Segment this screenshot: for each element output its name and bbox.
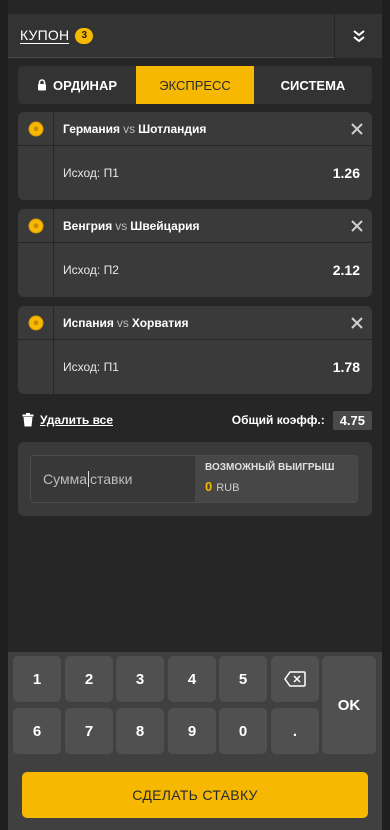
team-away: Швейцария xyxy=(130,218,200,233)
key-1[interactable]: 1 xyxy=(13,656,61,702)
team-home: Венгрия xyxy=(63,218,113,233)
football-icon xyxy=(18,112,54,146)
team-away: Хорватия xyxy=(131,315,189,330)
possible-win-value: 0 RUB xyxy=(205,479,347,494)
key-decimal[interactable]: . xyxy=(271,708,319,754)
tab-ordinar-label: ОРДИНАР xyxy=(52,77,118,93)
key-6[interactable]: 6 xyxy=(13,708,61,754)
key-2[interactable]: 2 xyxy=(65,656,113,702)
total-odds-value: 4.75 xyxy=(332,410,372,430)
key-3[interactable]: 3 xyxy=(116,656,164,702)
bet-outcome: Исход: П1 xyxy=(63,166,119,180)
key-5[interactable]: 5 xyxy=(219,656,267,702)
key-7[interactable]: 7 xyxy=(65,708,113,754)
possible-win-currency: RUB xyxy=(216,482,240,494)
bet-teams: Венгрия vs Швейцария xyxy=(54,219,342,233)
possible-win-amount: 0 xyxy=(205,479,213,494)
bet-count-badge: 3 xyxy=(75,27,94,44)
ok-key[interactable]: OK xyxy=(322,656,376,754)
lock-icon xyxy=(37,79,46,91)
coupon-summary: Удалить все Общий коэфф.: 4.75 xyxy=(18,408,372,432)
total-odds-label: Общий коэфф.: xyxy=(231,413,325,427)
key-8[interactable]: 8 xyxy=(116,708,164,754)
key-0[interactable]: 0 xyxy=(219,708,267,754)
bet-card: Венгрия vs Швейцария Исход: П2 2.12 xyxy=(18,209,372,297)
place-bet-button[interactable]: СДЕЛАТЬ СТАВКУ xyxy=(22,772,368,818)
team-home: Германия xyxy=(63,121,121,136)
bet-card: Германия vs Шотландия Исход: П1 1.26 xyxy=(18,112,372,200)
collapse-button[interactable] xyxy=(334,14,382,58)
team-away: Шотландия xyxy=(138,121,207,136)
coupon-panel: КУПОН 3 ОРДИНАР ЭКСПРЕСС СИСТЕМА Германи… xyxy=(8,0,382,830)
coupon-title: КУПОН xyxy=(20,27,70,44)
stake-placeholder-part1: Сумма xyxy=(43,471,87,487)
close-icon xyxy=(351,122,363,135)
key-9[interactable]: 9 xyxy=(168,708,216,754)
text-caret xyxy=(88,471,89,487)
vs-label: vs xyxy=(116,315,129,330)
bet-odds: 1.26 xyxy=(332,165,360,181)
coupon-header: КУПОН 3 xyxy=(8,14,382,58)
coupon-tab[interactable]: КУПОН 3 xyxy=(8,14,334,58)
key-4[interactable]: 4 xyxy=(168,656,216,702)
bet-type-tabs: ОРДИНАР ЭКСПРЕСС СИСТЕМА xyxy=(18,66,372,104)
close-icon xyxy=(351,219,363,232)
vs-label: vs xyxy=(123,121,136,136)
tab-express[interactable]: ЭКСПРЕСС xyxy=(136,66,254,104)
vs-label: vs xyxy=(115,218,128,233)
football-icon xyxy=(18,209,54,243)
stake-amount-input[interactable]: Сумма ставки xyxy=(31,456,195,502)
bet-odds: 1.78 xyxy=(332,359,360,375)
bet-teams: Испания vs Хорватия xyxy=(54,316,342,330)
tab-ordinar[interactable]: ОРДИНАР xyxy=(18,66,136,104)
stake-panel: Сумма ставки ВОЗМОЖНЫЙ ВЫИГРЫШ 0 RUB xyxy=(18,442,372,516)
close-icon xyxy=(351,316,363,329)
football-icon xyxy=(18,306,54,340)
bet-outcome: Исход: П2 xyxy=(63,263,119,277)
possible-win-label: ВОЗМОЖНЫЙ ВЫИГРЫШ xyxy=(205,462,335,473)
delete-all-link[interactable]: Удалить все xyxy=(40,413,113,427)
bet-odds: 2.12 xyxy=(332,262,360,278)
possible-win-box: ВОЗМОЖНЫЙ ВЫИГРЫШ 0 RUB xyxy=(195,456,357,502)
backspace-key[interactable] xyxy=(271,656,319,702)
remove-bet-button[interactable] xyxy=(342,112,372,146)
remove-bet-button[interactable] xyxy=(342,209,372,243)
backspace-icon xyxy=(284,671,306,687)
chevron-double-down-icon xyxy=(352,30,365,43)
trash-icon[interactable] xyxy=(22,413,34,427)
tab-sistema-label: СИСТЕМА xyxy=(280,77,346,93)
tab-express-label: ЭКСПРЕСС xyxy=(159,77,231,93)
remove-bet-button[interactable] xyxy=(342,306,372,340)
bet-card: Испания vs Хорватия Исход: П1 1.78 xyxy=(18,306,372,394)
team-home: Испания xyxy=(63,315,114,330)
bet-outcome: Исход: П1 xyxy=(63,360,119,374)
stake-placeholder-part2: ставки xyxy=(90,471,133,487)
stake-box: Сумма ставки ВОЗМОЖНЫЙ ВЫИГРЫШ 0 RUB xyxy=(30,455,358,503)
tab-sistema[interactable]: СИСТЕМА xyxy=(254,66,372,104)
bet-teams: Германия vs Шотландия xyxy=(54,122,342,136)
